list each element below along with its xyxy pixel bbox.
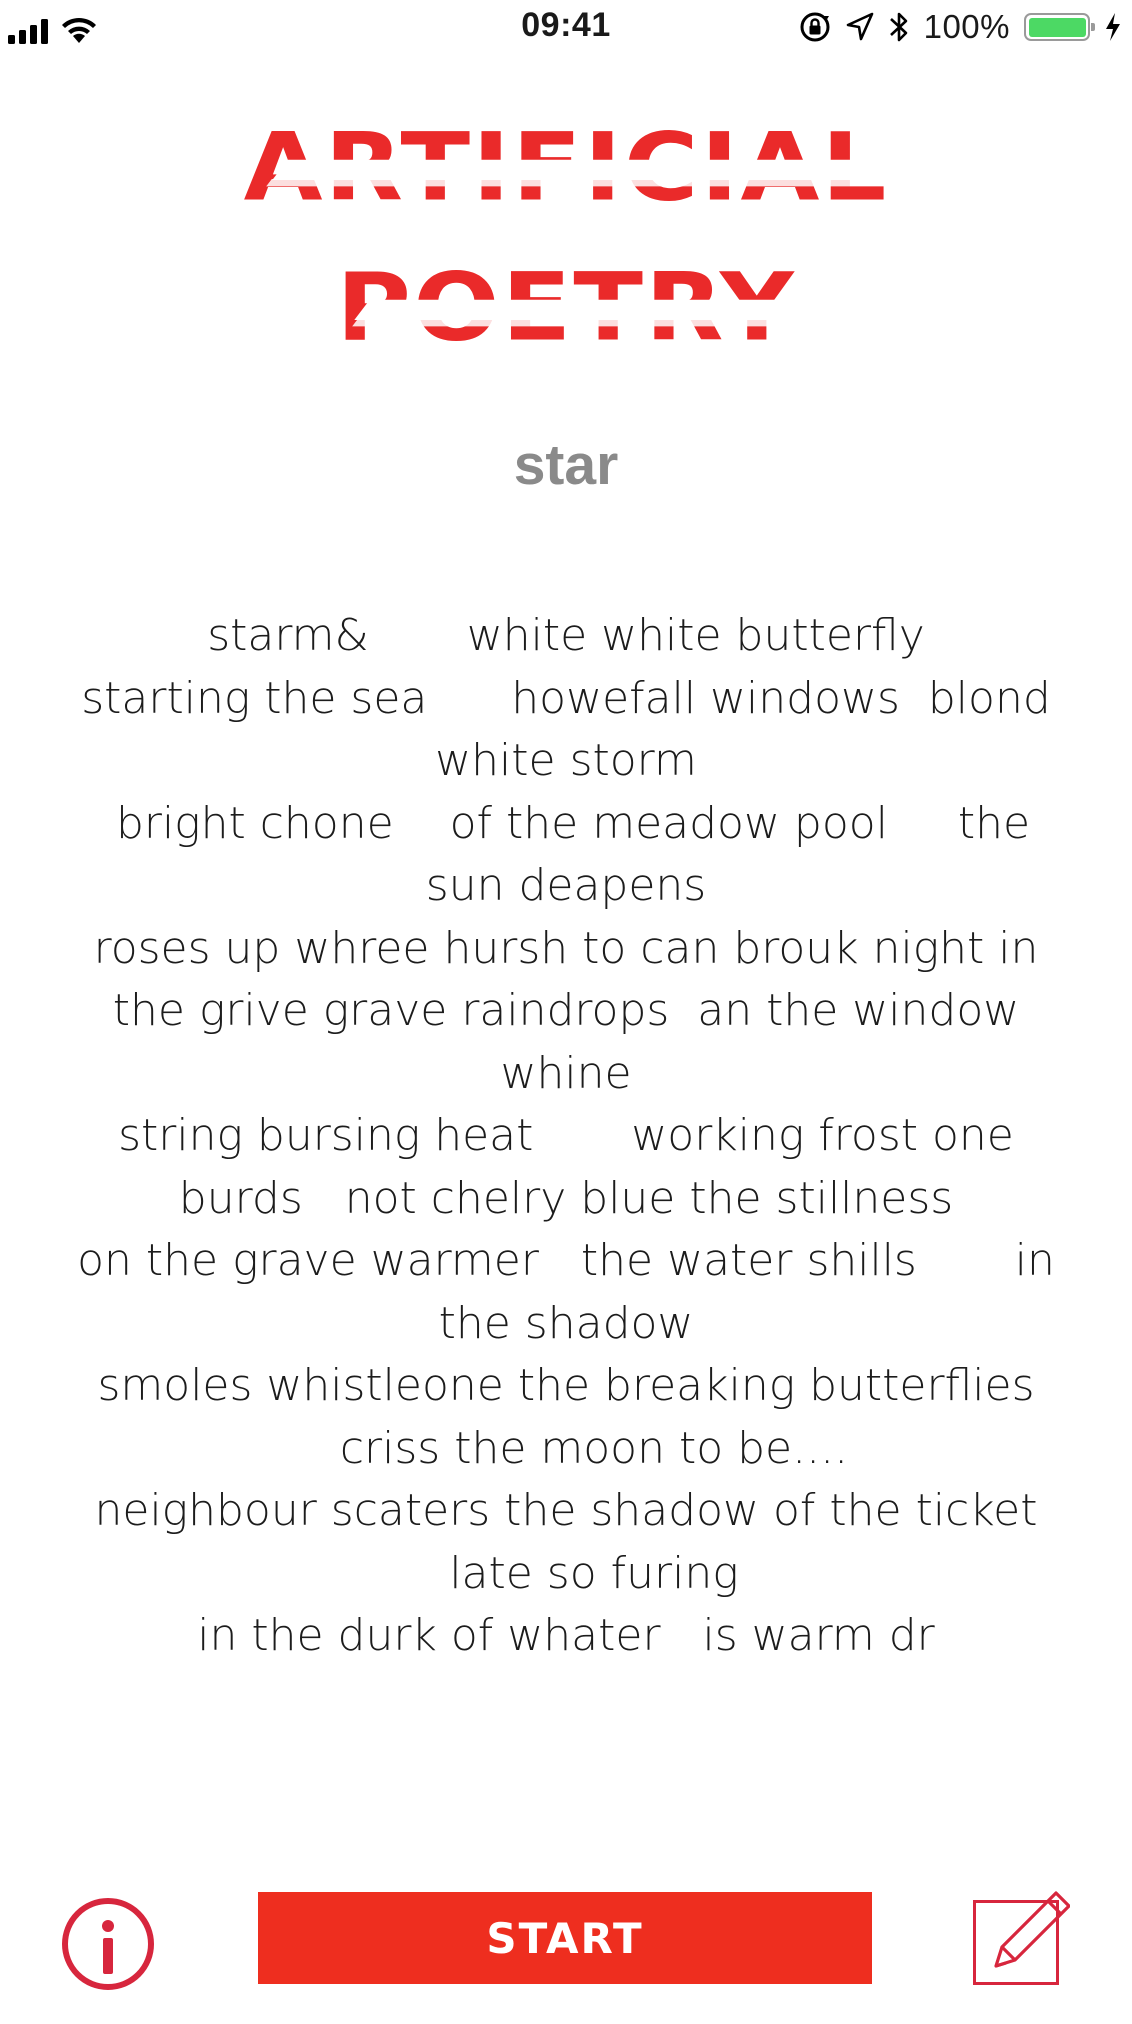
- logo-line-2: POETRY: [336, 268, 796, 352]
- logo-line-1: ARTIFICIAL: [244, 128, 889, 212]
- poem-line: whine: [500, 1047, 632, 1099]
- poem-text: starm& white white butterfly starting the…: [55, 605, 1077, 1668]
- poem-line: sun deapens: [425, 860, 707, 911]
- poem-line: string bursing heat working frost one: [118, 1110, 1014, 1161]
- poem-line: burds not chelry blue the stillness: [178, 1172, 954, 1224]
- poem-line: the grive grave raindrops an the window: [112, 985, 1020, 1036]
- location-icon: [846, 12, 873, 41]
- poem-line: roses up whree hursh to can brouk night …: [93, 922, 1039, 974]
- poem-line: late so furing: [393, 1547, 739, 1599]
- status-right: 100%: [798, 8, 1122, 46]
- poem-line: criss the moon to be....: [283, 1422, 849, 1474]
- bluetooth-icon: [889, 12, 907, 42]
- start-button[interactable]: START: [258, 1892, 872, 1984]
- info-button[interactable]: [62, 1898, 154, 1990]
- poem-line: in the durk of whater is warm dr: [197, 1610, 935, 1661]
- poem-line: the shadow: [438, 1297, 694, 1349]
- edit-icon: [973, 1891, 1070, 1985]
- battery-icon: [1024, 13, 1095, 41]
- status-bar: 09:41 100%: [0, 0, 1132, 56]
- poem-line: white storm: [435, 735, 697, 786]
- battery-percent: 100%: [923, 8, 1010, 45]
- edit-button[interactable]: [972, 1890, 1070, 1986]
- rotation-lock-icon: [800, 12, 830, 42]
- poem-line: starting the sea howefall windows blond: [81, 672, 1051, 724]
- app-logo: ARTIFICIAL POETRY: [0, 108, 1132, 368]
- poem-line: starm& white white butterfly: [207, 610, 925, 661]
- poem-line: smoles whistleone the breaking butterfli…: [97, 1360, 1035, 1411]
- keyword-title: star: [513, 433, 619, 497]
- charging-icon: [1106, 13, 1120, 41]
- poem-line: on the grave warmer the water shills in: [77, 1235, 1055, 1286]
- poem-line: bright chone of the meadow pool the: [101, 797, 1031, 849]
- poem-line: neighbour scaters the shadow of the tick…: [94, 1485, 1038, 1536]
